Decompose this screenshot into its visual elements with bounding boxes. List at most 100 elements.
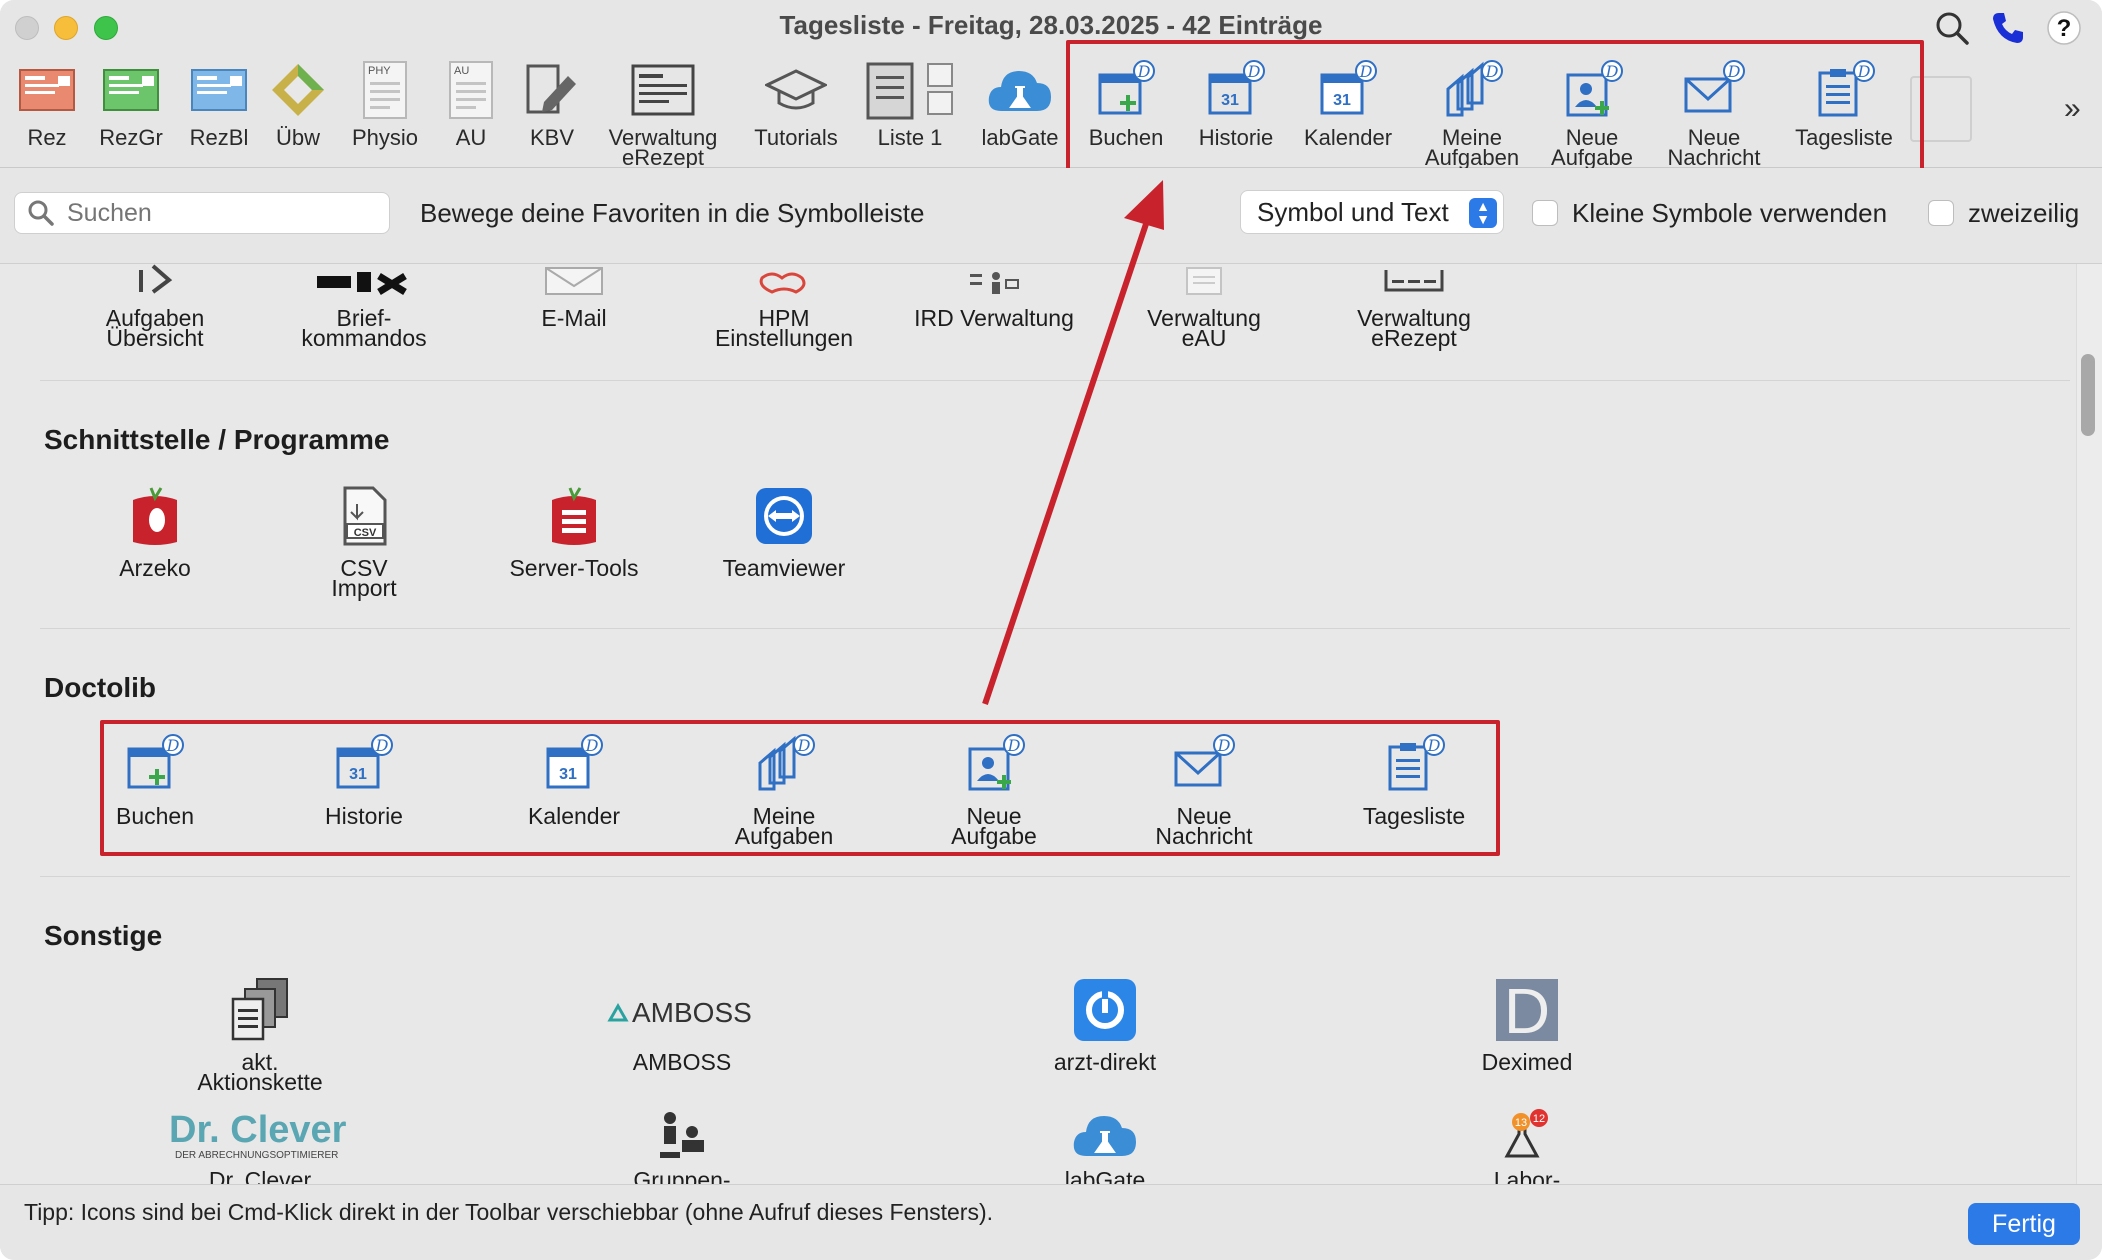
svg-text:13: 13	[1515, 1117, 1527, 1129]
two-rows-checkbox[interactable]	[1928, 200, 1954, 226]
small-icons-checkbox[interactable]	[1532, 200, 1558, 226]
palette-item-labor[interactable]: 13 12 Labor-	[1427, 1108, 1627, 1184]
search-input[interactable]	[67, 198, 367, 228]
tasks-overview-icon	[55, 264, 255, 300]
svg-text:12: 12	[1533, 1113, 1545, 1125]
customize-toolbar-window: Tagesliste - Freitag, 28.03.2025 - 42 Ei…	[0, 0, 2102, 1260]
palette-item-aufgaben-uebersicht[interactable]: Aufgaben Übersicht	[55, 264, 255, 350]
letter-commands-icon	[264, 264, 464, 300]
palette-item-verwaltung-erezept[interactable]: Verwaltung eRezept	[1314, 264, 1514, 350]
toolbar-rezbl[interactable]: RezBl	[182, 58, 256, 149]
toolbar-ubw[interactable]: Übw	[264, 58, 332, 149]
sick-note-icon: AU	[436, 58, 506, 122]
physio-form-icon: PHY	[346, 58, 424, 122]
toolbar-rez[interactable]: Rez	[10, 58, 84, 149]
palette-item-hpm-einstellungen[interactable]: HPM Einstellungen	[684, 264, 884, 350]
palette-item-email[interactable]: E-Mail	[474, 264, 674, 330]
hpm-settings-icon	[684, 264, 884, 300]
palette-item-aktionskette[interactable]: akt. Aktionskette	[160, 976, 360, 1094]
toolbar-highlight-box	[1066, 40, 1924, 172]
csv-file-icon: CSV	[264, 482, 464, 550]
toolbar-kbv[interactable]: KBV	[516, 58, 588, 149]
svg-text:DER ABRECHNUNGSOPTIMIERER: DER ABRECHNUNGSOPTIMIERER	[175, 1150, 338, 1161]
graduation-cap-icon	[744, 58, 848, 122]
phone-icon[interactable]	[1988, 8, 2028, 48]
list-icon	[862, 58, 958, 122]
search-field[interactable]	[14, 192, 390, 234]
search-icon	[28, 200, 54, 226]
svg-text:PHY: PHY	[368, 65, 391, 77]
help-icon[interactable]: ?	[2044, 8, 2084, 48]
toolbar-liste-1[interactable]: Liste 1	[862, 58, 958, 149]
toolbar-labgate[interactable]: labGate	[976, 58, 1064, 149]
teamviewer-icon	[684, 482, 884, 550]
section-divider	[40, 628, 2070, 629]
group-users-icon	[582, 1108, 782, 1162]
arzt-direkt-icon	[1005, 976, 1205, 1044]
select-arrows-icon: ▲ ▼	[1469, 198, 1497, 228]
toolbar-verwaltung-erezept[interactable]: Verwaltung eRezept	[600, 58, 726, 169]
vertical-scrollbar[interactable]	[2076, 264, 2102, 1184]
toolbar-area: Tagesliste - Freitag, 28.03.2025 - 42 Ei…	[0, 0, 2102, 172]
svg-text:?: ?	[2057, 15, 2072, 42]
palette-item-gruppen[interactable]: Gruppen-	[582, 1108, 782, 1184]
toolbar-tutorials[interactable]: Tutorials	[744, 58, 848, 149]
toolbar-au[interactable]: AU AU	[436, 58, 506, 149]
action-chain-icon	[160, 976, 360, 1044]
palette-item-server-tools[interactable]: Server-Tools	[474, 482, 674, 580]
labgate-cloud-icon	[1005, 1108, 1205, 1162]
dr-clever-logo-icon: Dr. Clever DER ABRECHNUNGSOPTIMIERER	[160, 1108, 360, 1162]
window-title: Tagesliste - Freitag, 28.03.2025 - 42 Ei…	[779, 10, 1323, 40]
palette-item-ird-verwaltung[interactable]: IRD Verwaltung	[894, 264, 1094, 330]
palette-item-arzt-direkt[interactable]: arzt-direkt	[1005, 976, 1205, 1074]
footer-bar: Tipp: Icons sind bei Cmd-Klick direkt in…	[0, 1184, 2102, 1260]
small-icons-label: Kleine Symbole verwenden	[1572, 198, 1888, 228]
search-icon[interactable]	[1932, 8, 1972, 48]
section-divider	[40, 380, 2070, 381]
section-title-schnittstelle: Schnittstelle / Programme	[44, 424, 390, 455]
chevron-double-right-icon[interactable]: »	[2064, 92, 2081, 126]
eau-admin-icon	[1104, 264, 1304, 300]
done-button[interactable]: Fertig	[1968, 1203, 2080, 1245]
svg-text:AU: AU	[454, 65, 469, 77]
palette-item-dr-clever[interactable]: Dr. Clever DER ABRECHNUNGSOPTIMIERER Dr. …	[160, 1108, 360, 1184]
prescription-green-icon	[94, 58, 168, 122]
section-divider	[40, 876, 2070, 877]
deximed-icon: D	[1427, 976, 1627, 1044]
server-tools-icon	[474, 482, 674, 550]
kbv-form-icon	[516, 58, 588, 122]
toolbar-rezgr[interactable]: RezGr	[94, 58, 168, 149]
palette-item-arzeko[interactable]: Arzeko	[55, 482, 255, 580]
prescription-blue-icon	[182, 58, 256, 122]
tip-text: Tipp: Icons sind bei Cmd-Klick direkt in…	[24, 1199, 993, 1225]
svg-text:CSV: CSV	[354, 527, 377, 539]
svg-text:Dr. Clever: Dr. Clever	[169, 1109, 347, 1151]
palette-item-csv-import[interactable]: CSV CSV Import	[264, 482, 464, 600]
options-bar: Bewege deine Favoriten in die Symbolleis…	[0, 168, 2102, 264]
two-rows-label: zweizeilig	[1968, 198, 2080, 228]
icon-palette: Aufgaben Übersicht Brief- kommandos E-Ma…	[0, 264, 2102, 1184]
erezept-admin-icon	[1314, 264, 1514, 300]
ird-admin-icon	[894, 264, 1094, 300]
scrollbar-thumb[interactable]	[2081, 354, 2095, 436]
labgate-cloud-icon	[976, 58, 1064, 122]
palette-item-amboss[interactable]: AMBOSS AMBOSS	[582, 976, 782, 1074]
email-icon	[474, 264, 674, 300]
doctolib-highlight-box	[100, 720, 1500, 856]
erezept-admin-icon	[600, 58, 726, 122]
referral-icon	[264, 58, 332, 122]
palette-item-verwaltung-eau[interactable]: Verwaltung eAU	[1104, 264, 1304, 350]
lab-flask-icon: 13 12	[1427, 1108, 1627, 1162]
svg-text:AMBOSS: AMBOSS	[632, 997, 752, 1028]
arzeko-icon	[55, 482, 255, 550]
toolbar-physio[interactable]: PHY Physio	[346, 58, 424, 149]
prescription-red-icon	[10, 58, 84, 122]
palette-item-teamviewer[interactable]: Teamviewer	[684, 482, 884, 580]
section-title-doctolib: Doctolib	[44, 672, 156, 703]
favorites-hint: Bewege deine Favoriten in die Symbolleis…	[420, 198, 925, 228]
palette-item-labgate[interactable]: labGate	[1005, 1108, 1205, 1184]
amboss-logo-icon: AMBOSS	[582, 976, 782, 1044]
palette-item-deximed[interactable]: D Deximed	[1427, 976, 1627, 1074]
palette-item-briefkommandos[interactable]: Brief- kommandos	[264, 264, 464, 350]
display-mode-select[interactable]: Symbol und Text ▲ ▼	[1240, 190, 1504, 234]
